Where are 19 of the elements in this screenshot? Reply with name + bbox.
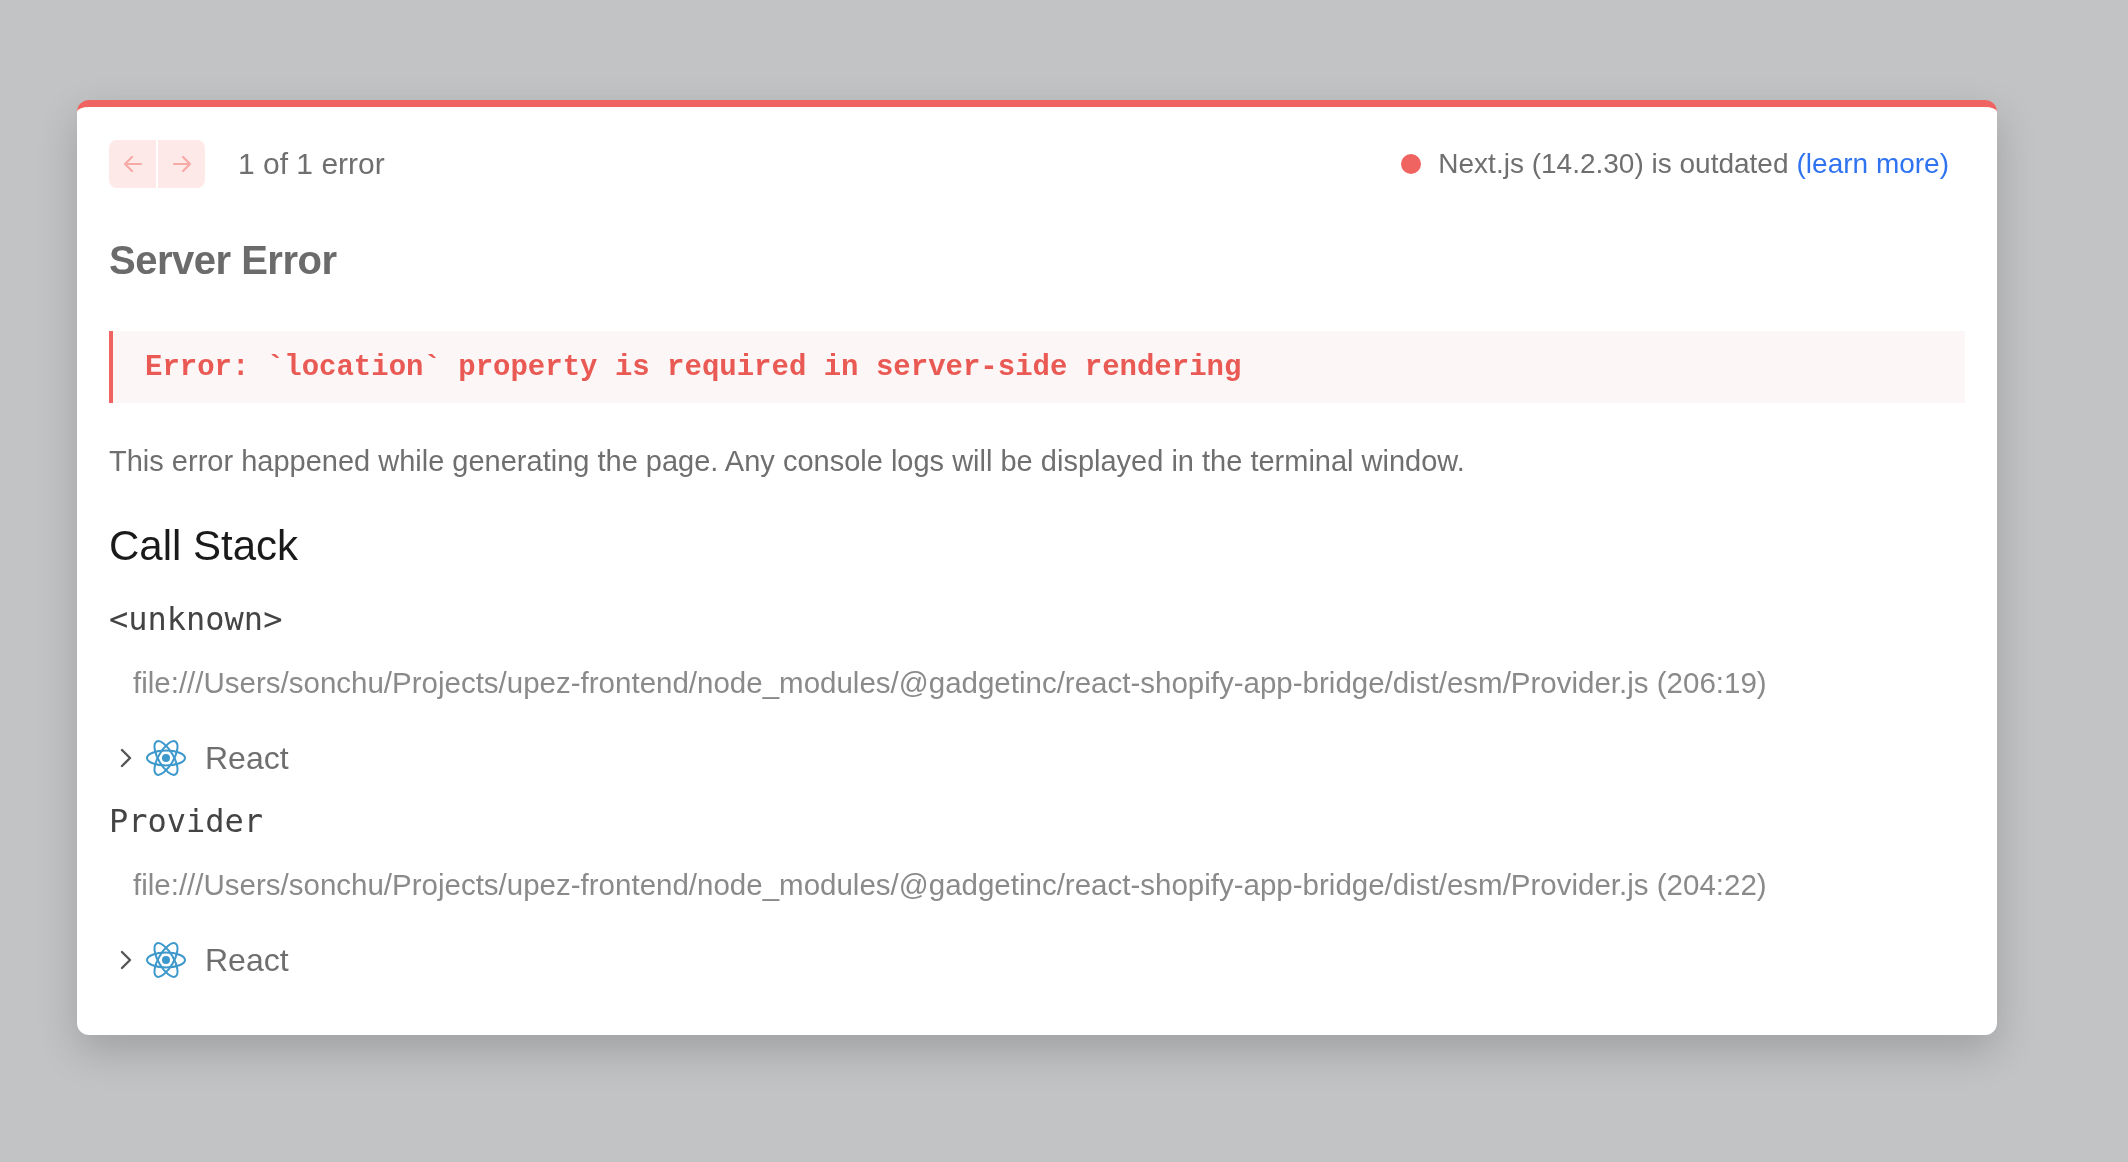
frame-group-label[interactable]: React xyxy=(205,941,289,979)
frame-name: Provider xyxy=(109,802,265,840)
right-arrow-icon xyxy=(170,153,193,175)
learn-more-link[interactable]: (learn more) xyxy=(1796,148,1949,180)
error-counter: 1 of 1 error xyxy=(238,147,385,181)
error-description: This error happened while generating the page. Any console logs will be displayed in the terminal window. xyxy=(109,445,1466,478)
atom-icon xyxy=(145,939,187,981)
frame-group-label[interactable]: React xyxy=(205,739,289,777)
error-title: Server Error xyxy=(109,238,338,283)
left-arrow-icon xyxy=(121,153,144,175)
frame-name: <unknown> xyxy=(109,600,284,638)
chevron-icon[interactable] xyxy=(119,747,133,769)
frame-file-path: file:///Users/sonchu/Projects/upez-frontend/node_modules/@gadgetinc/react-shopify-app-bridge/dist/esm/Provider.js (206:19) xyxy=(133,666,1768,700)
chevron-icon[interactable] xyxy=(119,949,133,971)
error-message: Error: `location` property is required in server-side rendering xyxy=(109,331,1965,403)
atom-icon xyxy=(145,737,187,779)
frame-file-path: file:///Users/sonchu/Projects/upez-frontend/node_modules/@gadgetinc/react-shopify-app-bridge/dist/esm/Provider.js (204:22) xyxy=(133,868,1768,902)
version-notice: Next.js (14.2.30) is outdated xyxy=(1438,148,1789,180)
call-stack-heading: Call Stack xyxy=(109,522,300,570)
